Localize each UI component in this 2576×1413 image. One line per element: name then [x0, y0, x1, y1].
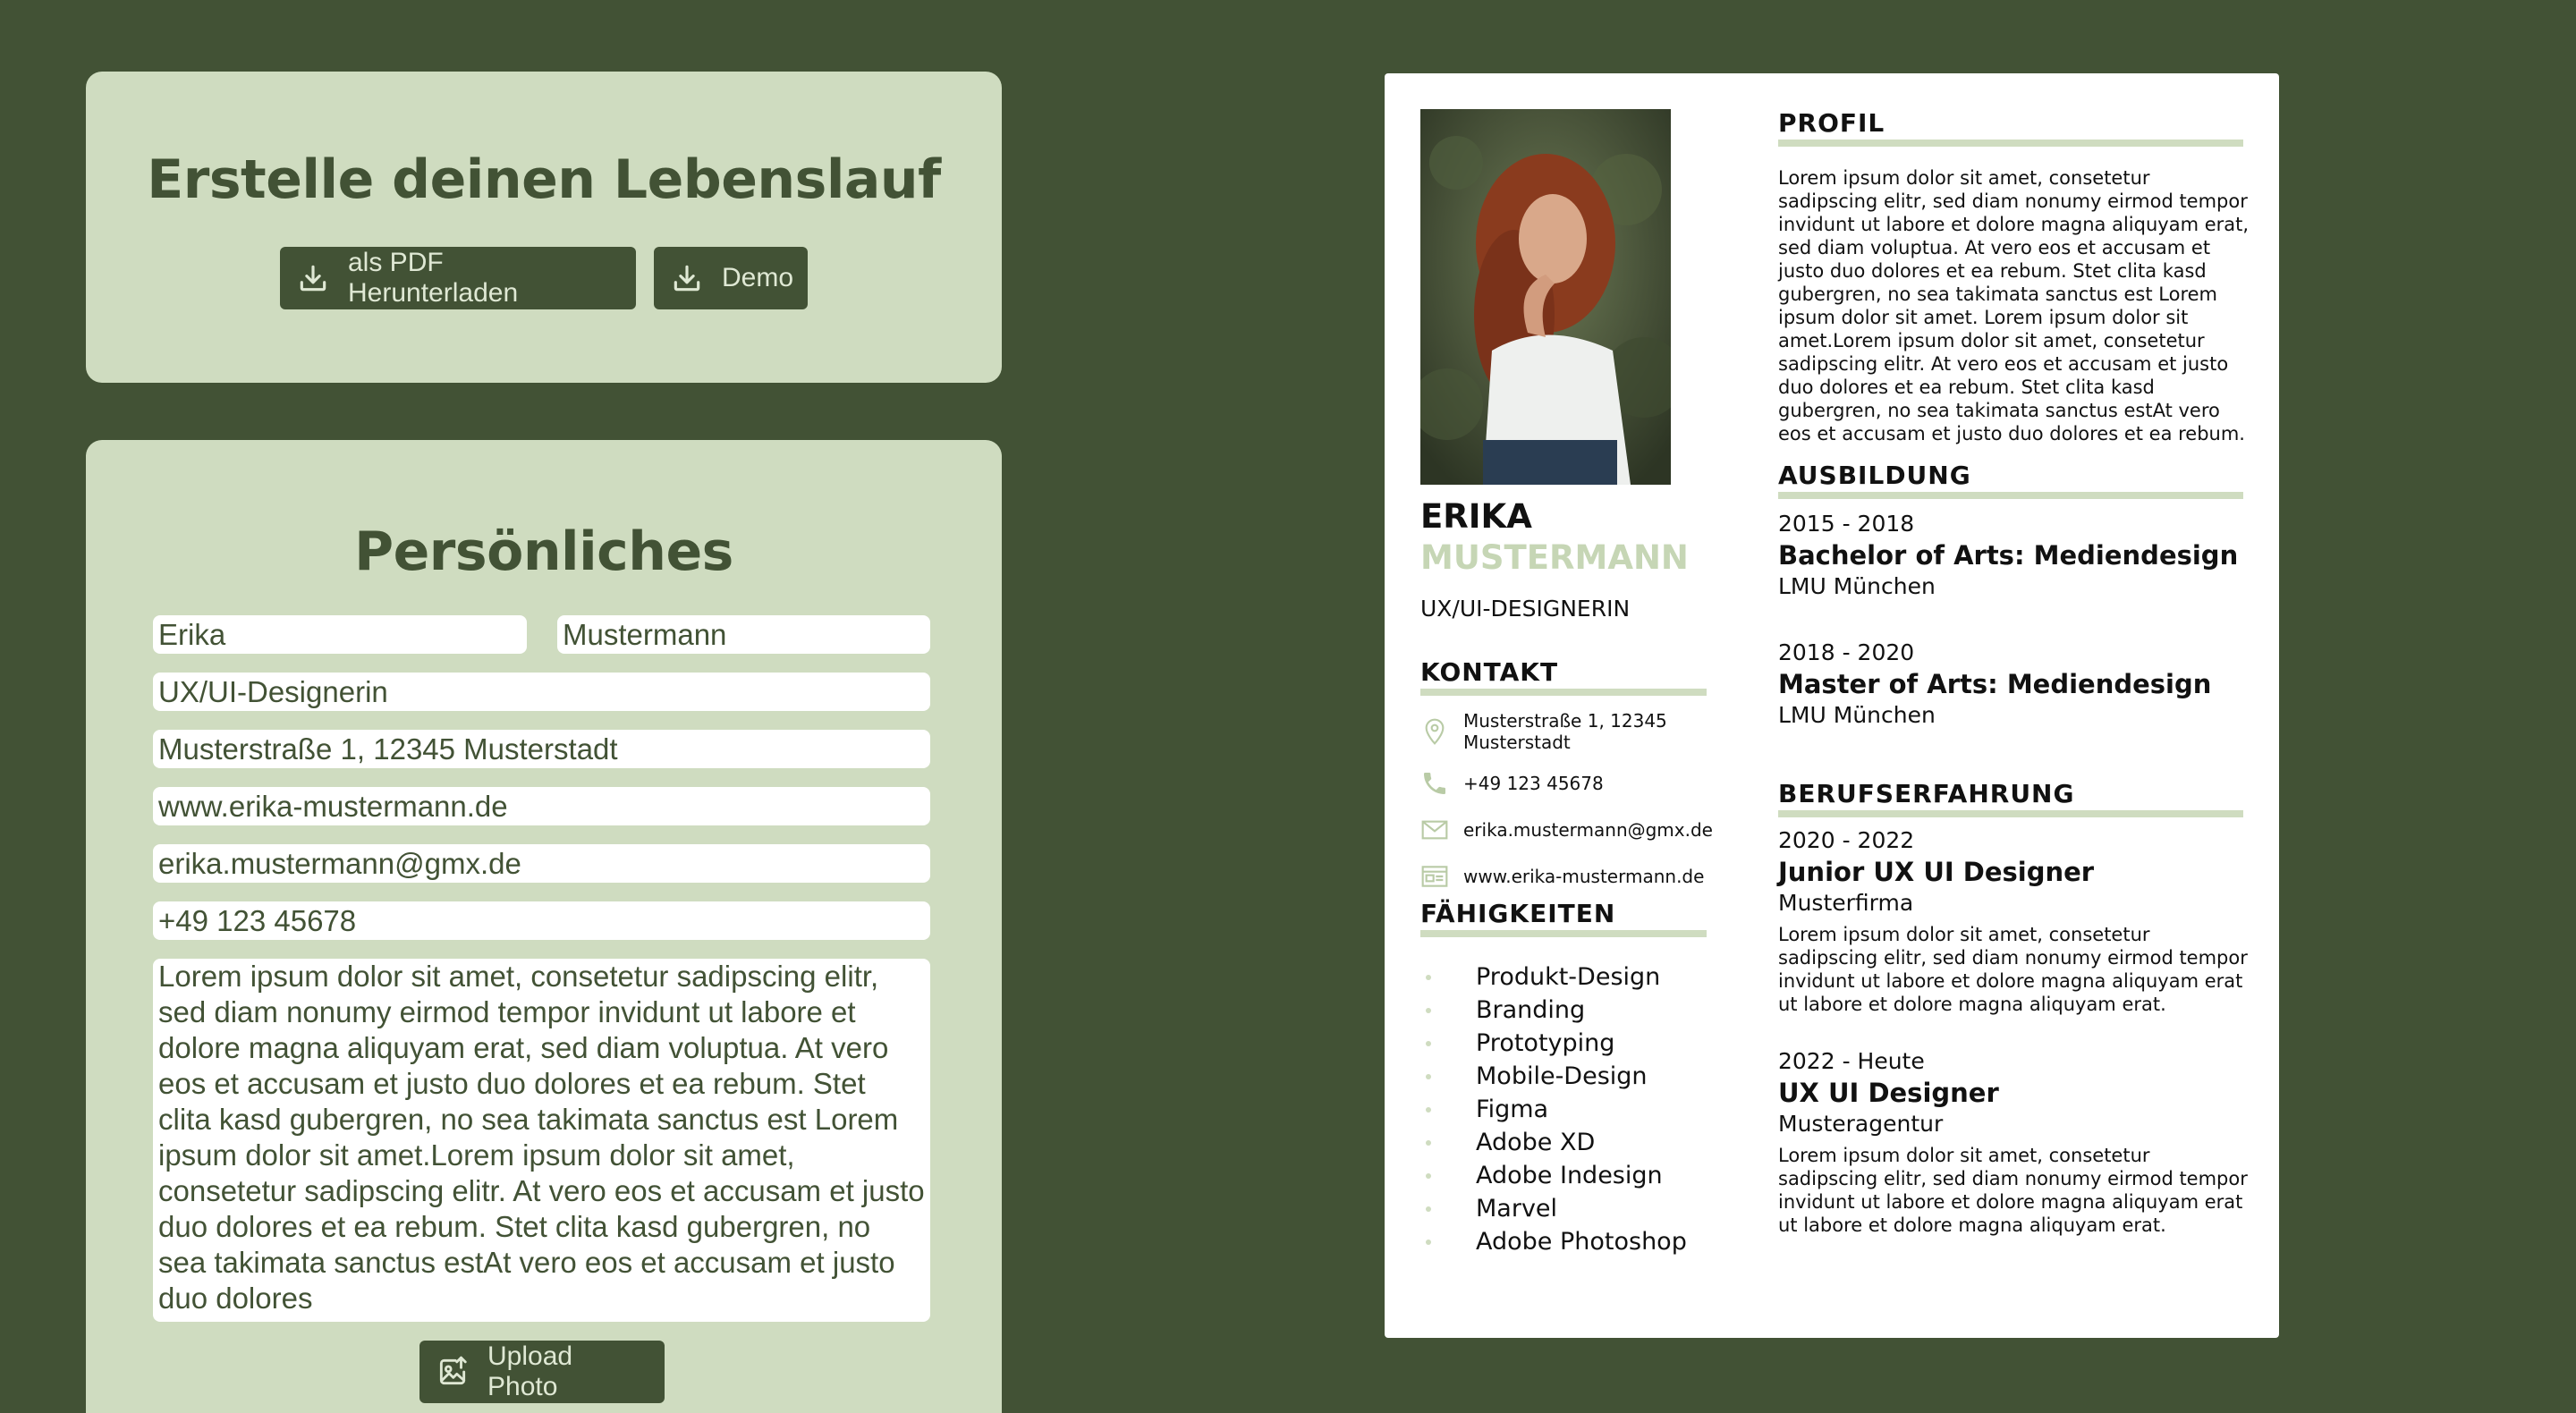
- personal-info-card: Persönliches Erika Mustermann UX/UI-Desi…: [86, 440, 1002, 1413]
- skill-item: Branding: [1420, 994, 1687, 1027]
- upload-photo-button[interactable]: Upload Photo: [419, 1341, 665, 1403]
- entry-degree: Master of Arts: Mediendesign: [1778, 669, 2212, 699]
- upload-photo-label: Upload Photo: [487, 1341, 573, 1401]
- entry-role: UX UI Designer: [1778, 1078, 1999, 1108]
- resume-last-name: MUSTERMANN: [1420, 538, 1689, 577]
- demo-label: Demo: [722, 263, 794, 292]
- skill-item: Prototyping: [1420, 1027, 1687, 1060]
- work-entry: 2020 - 2022 Junior UX UI Designer Muster…: [1778, 826, 2252, 1016]
- skills-list: Produkt-Design Branding Prototyping Mobi…: [1420, 960, 1687, 1258]
- skill-item: Adobe XD: [1420, 1126, 1687, 1159]
- entry-period: 2018 - 2020: [1778, 639, 1915, 665]
- contact-phone: +49 123 45678: [1420, 769, 1604, 798]
- entry-period: 2015 - 2018: [1778, 511, 1915, 537]
- education-entry: 2018 - 2020 Master of Arts: Mediendesign…: [1778, 639, 2252, 730]
- skill-item: Produkt-Design: [1420, 960, 1687, 994]
- education-heading: AUSBILDUNG: [1778, 460, 2243, 499]
- entry-description: Lorem ipsum dolor sit amet, consetetur s…: [1778, 1145, 2248, 1236]
- contact-phone-text: +49 123 45678: [1463, 773, 1604, 794]
- skill-item: Adobe Indesign: [1420, 1159, 1687, 1192]
- skill-item: Marvel: [1420, 1192, 1687, 1225]
- skill-item: Adobe Photoshop: [1420, 1225, 1687, 1258]
- bio-textarea[interactable]: Lorem ipsum dolor sit amet, consetetur s…: [153, 959, 930, 1322]
- browser-icon: [1421, 866, 1448, 887]
- address-field[interactable]: Musterstraße 1, 12345 Musterstadt: [153, 730, 930, 768]
- form-title: Persönliches: [354, 520, 733, 583]
- entry-school: LMU München: [1778, 573, 1936, 599]
- entry-period: 2022 - Heute: [1778, 1048, 1925, 1074]
- entry-description: Lorem ipsum dolor sit amet, consetetur s…: [1778, 924, 2248, 1015]
- profile-heading: PROFIL: [1778, 107, 2243, 147]
- work-heading: BERUFSERFAHRUNG: [1778, 778, 2243, 817]
- page: Erstelle deinen Lebenslauf als PDF Herun…: [0, 0, 2576, 1413]
- entry-degree: Bachelor of Arts: Mediendesign: [1778, 540, 2239, 571]
- resume-preview: ERIKA MUSTERMANN UX/UI-DESIGNERIN KONTAK…: [1385, 73, 2279, 1338]
- education-entry: 2015 - 2018 Bachelor of Arts: Mediendesi…: [1778, 510, 2252, 601]
- skill-item: Figma: [1420, 1093, 1687, 1126]
- envelope-icon: [1421, 820, 1448, 840]
- entry-school: LMU München: [1778, 702, 1936, 728]
- job-title-field[interactable]: UX/UI-Designerin: [153, 673, 930, 711]
- entry-company: Musterfirma: [1778, 890, 1914, 916]
- entry-period: 2020 - 2022: [1778, 827, 1915, 853]
- skills-heading: FÄHIGKEITEN: [1420, 898, 1707, 937]
- download-pdf-label: als PDF Herunterladen: [348, 248, 519, 308]
- contact-website-text: www.erika-mustermann.de: [1463, 866, 1705, 887]
- download-pdf-button[interactable]: als PDF Herunterladen: [280, 247, 636, 309]
- last-name-field[interactable]: Mustermann: [557, 615, 930, 654]
- resume-first-name: ERIKA: [1420, 497, 1532, 536]
- contact-website: www.erika-mustermann.de: [1420, 862, 1704, 891]
- contact-heading: KONTAKT: [1420, 656, 1707, 696]
- phone-icon: [1424, 773, 1445, 794]
- website-field[interactable]: www.erika-mustermann.de: [153, 787, 930, 825]
- contact-address: Musterstraße 1, 12345 Musterstadt: [1420, 710, 1705, 753]
- contact-address-text: Musterstraße 1, 12345 Musterstadt: [1463, 710, 1667, 753]
- download-icon: [674, 265, 700, 292]
- header-card: Erstelle deinen Lebenslauf als PDF Herun…: [86, 72, 1002, 383]
- page-title: Erstelle deinen Lebenslauf: [147, 148, 941, 211]
- resume-job-title: UX/UI-DESIGNERIN: [1420, 596, 1631, 622]
- contact-email-text: erika.mustermann@gmx.de: [1463, 819, 1713, 841]
- entry-company: Musteragentur: [1778, 1111, 1944, 1137]
- contact-email: erika.mustermann@gmx.de: [1420, 816, 1713, 844]
- profile-text: Lorem ipsum dolor sit amet, consetetur s…: [1778, 167, 2250, 444]
- image-upload-icon: [439, 1356, 467, 1385]
- work-entry: 2022 - Heute UX UI Designer Musteragentu…: [1778, 1047, 2252, 1237]
- demo-button[interactable]: Demo: [654, 247, 808, 309]
- download-icon: [300, 265, 326, 292]
- first-name-field[interactable]: Erika: [153, 615, 527, 654]
- phone-field[interactable]: +49 123 45678: [153, 901, 930, 940]
- skill-item: Mobile-Design: [1420, 1060, 1687, 1093]
- email-field[interactable]: erika.mustermann@gmx.de: [153, 844, 930, 883]
- entry-role: Junior UX UI Designer: [1778, 857, 2095, 887]
- profile-photo: [1420, 109, 1671, 485]
- location-pin-icon: [1425, 718, 1445, 745]
